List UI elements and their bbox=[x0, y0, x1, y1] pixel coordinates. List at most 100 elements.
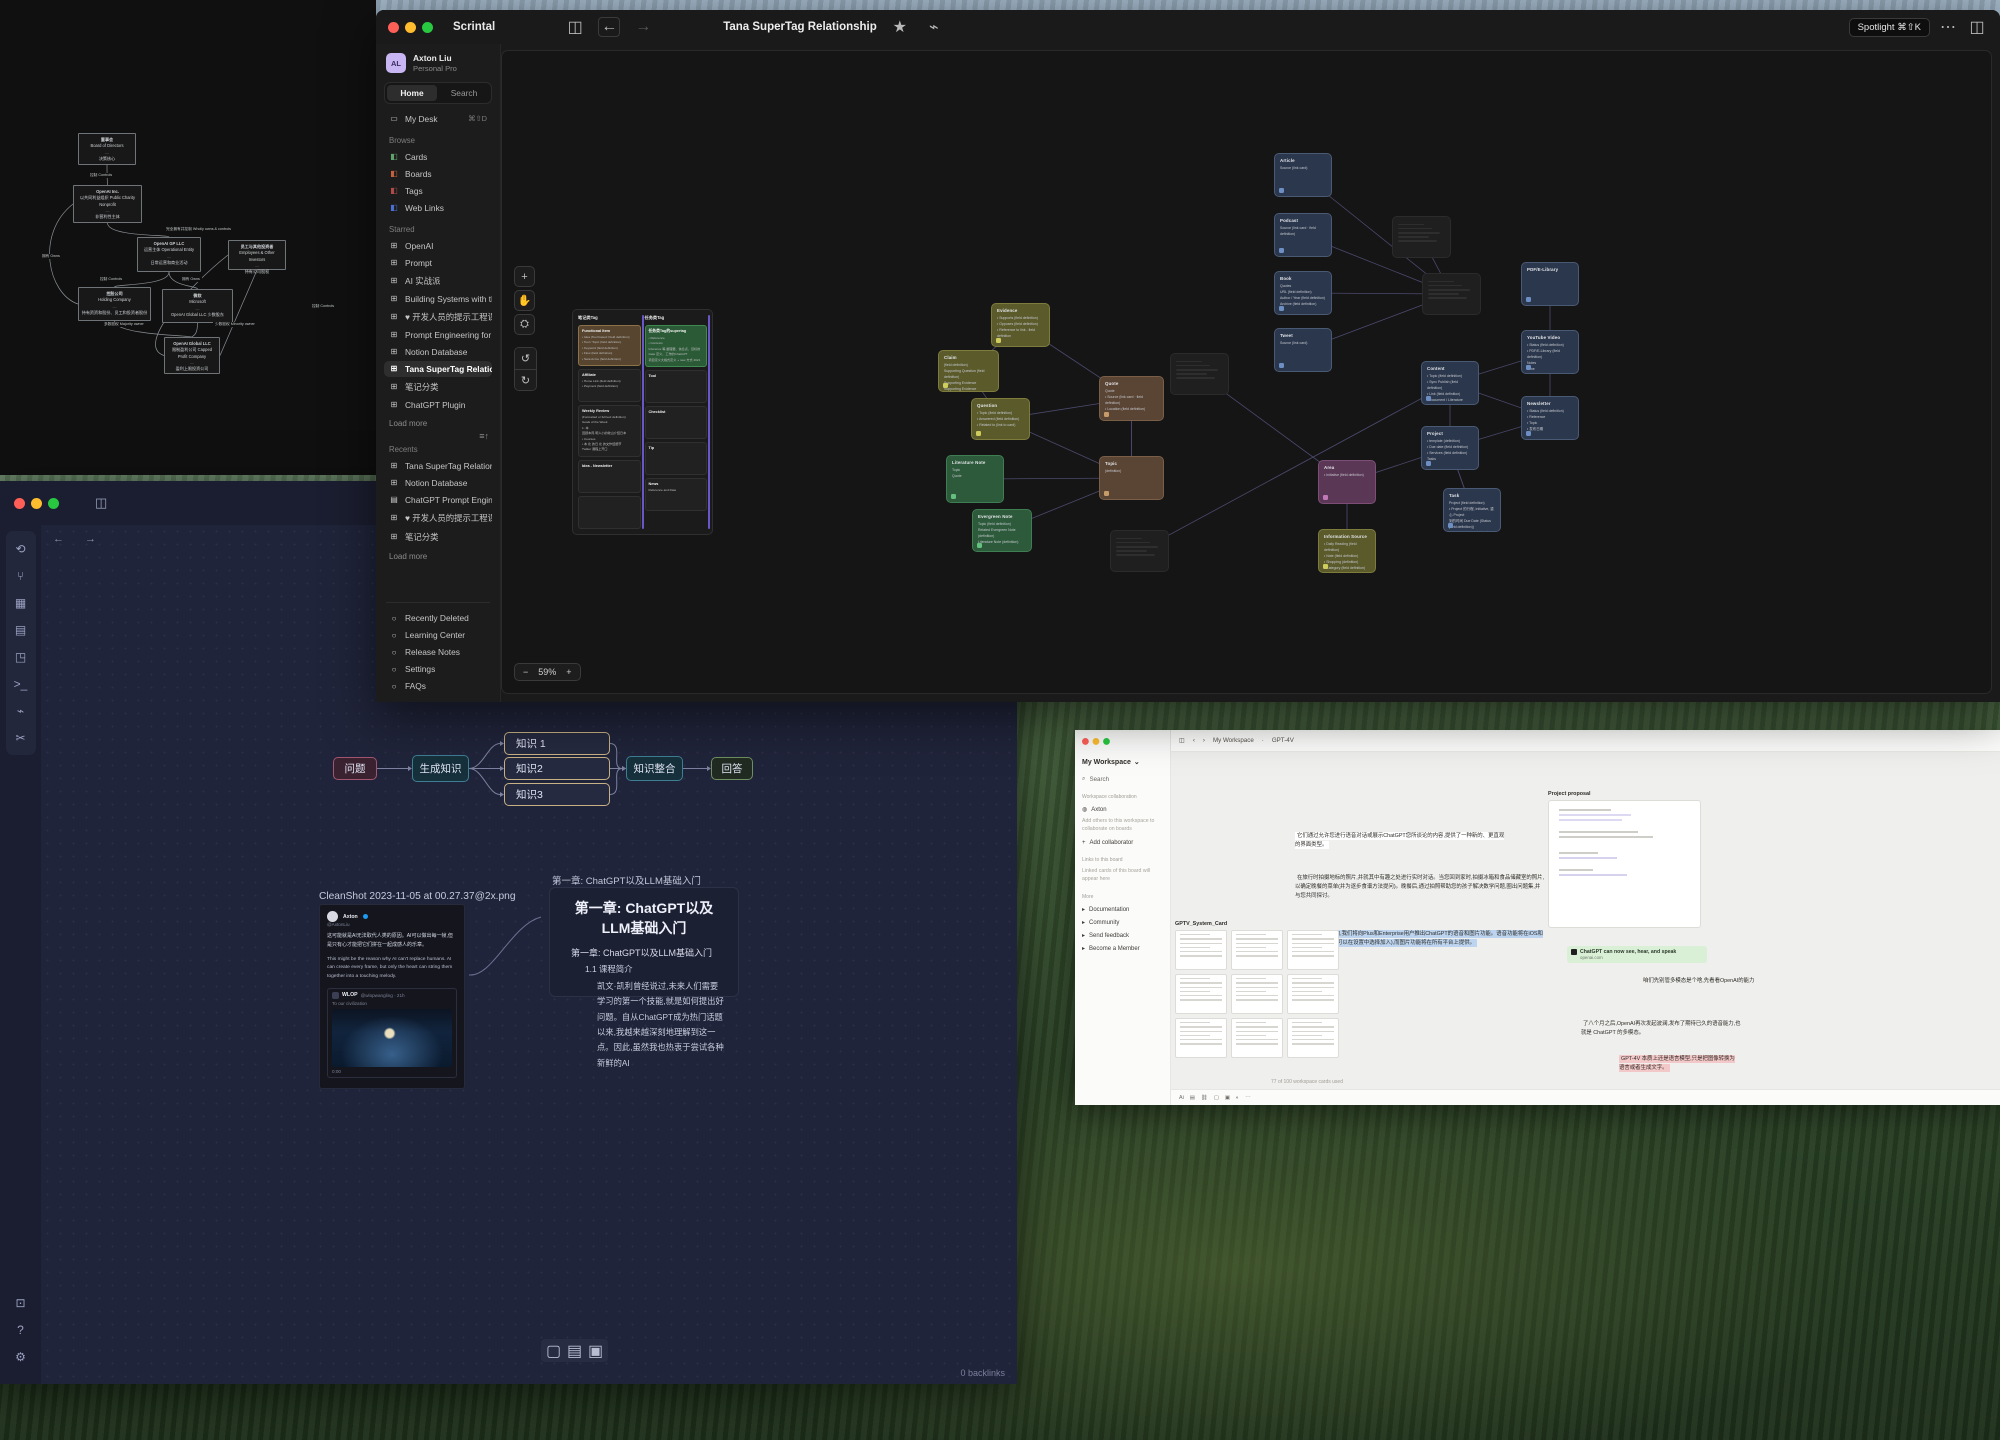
board-card[interactable]: Idea - Newsletter bbox=[578, 459, 641, 493]
graph-node-placeholder[interactable] bbox=[1422, 273, 1481, 315]
board-app-bottom-toolbar[interactable]: Ai ▤ ⛓ ▢ ▣ ◐ ⋯ bbox=[1171, 1089, 2000, 1105]
sidebar-item-settings[interactable]: ○ Settings bbox=[384, 661, 492, 677]
spotlight-button[interactable]: Spotlight ⌘⇧K bbox=[1848, 17, 1930, 37]
history-icon[interactable]: ⟲ bbox=[8, 536, 34, 561]
graph-node[interactable]: Book Quotes URL (field definition) Author… bbox=[1274, 271, 1332, 315]
sidebar-item-learning-center[interactable]: ○ Learning Center bbox=[384, 627, 492, 643]
sidebar-item-openai[interactable]: ⊞ OpenAI bbox=[384, 238, 492, 254]
thumbnail[interactable] bbox=[1175, 1018, 1227, 1058]
sidebar-item-chatgpt-prompt-engineer[interactable]: ▤ ChatGPT Prompt Engineer… bbox=[384, 492, 492, 508]
board-card[interactable] bbox=[578, 495, 641, 529]
graph-node[interactable]: Task Project (field definition) • Project… bbox=[1443, 488, 1501, 532]
user-profile[interactable]: AL Axton Liu Personal Pro bbox=[384, 50, 492, 82]
file-icon[interactable]: ▢ bbox=[1214, 1095, 1219, 1101]
thumbnail[interactable] bbox=[1231, 1018, 1283, 1058]
sidebar-item-faqs[interactable]: ○ FAQs bbox=[384, 678, 492, 694]
flow-node[interactable]: 知识 1 bbox=[504, 732, 610, 755]
sidebar-item-[interactable]: ⊞ ♥ 开发人员的提示工程课 - … bbox=[384, 308, 492, 326]
board-card[interactable]: Weekly Review (Formatted or full text def… bbox=[578, 405, 641, 457]
board-app-canvas[interactable]: 它们通过允许您进行语音对话或展示ChatGPT您所谈论的内容,提供了一种新的、更… bbox=[1171, 752, 2000, 1105]
sidebar-item-ai[interactable]: ⊞ AI 实战派 bbox=[384, 272, 492, 290]
chevron-right-icon[interactable]: › bbox=[1203, 737, 1205, 744]
link-icon[interactable]: ⛓ bbox=[1201, 1095, 1208, 1101]
terminal-icon[interactable]: >_ bbox=[8, 671, 34, 696]
sidebar-item-tana-supertag-relationship[interactable]: ⊞ Tana SuperTag Relationship bbox=[384, 360, 492, 377]
download-icon[interactable]: ⊡ bbox=[8, 1290, 34, 1315]
board-more-item[interactable]: ▸ Become a Member bbox=[1082, 945, 1163, 953]
sidebar-item-web-links[interactable]: ◧ Web Links bbox=[384, 200, 492, 216]
graph-node[interactable]: Tweet Source (link card) bbox=[1274, 328, 1332, 372]
orgchart-window[interactable]: 董事会 Board of Directors — 决策核心 OpenAI Inc. 以共同… bbox=[0, 0, 376, 475]
doc-toolbar[interactable]: ▢ ▤ ▣ bbox=[541, 1339, 608, 1362]
redo-tool[interactable]: ↻ bbox=[515, 369, 536, 390]
maximize-button[interactable] bbox=[48, 497, 59, 509]
board-card[interactable]: Tool bbox=[644, 370, 707, 404]
graph-node-placeholder[interactable] bbox=[1170, 353, 1229, 395]
home-search-segmented-control[interactable]: Home Search bbox=[384, 81, 492, 104]
board-card[interactable]: News Reference and Date bbox=[644, 478, 707, 512]
window-traffic-lights[interactable] bbox=[388, 21, 433, 33]
add-tool[interactable]: + bbox=[514, 266, 535, 287]
hand-tool[interactable]: ✋ bbox=[514, 290, 535, 311]
sidebar-item-tags[interactable]: ◧ Tags bbox=[384, 183, 492, 199]
sidebar-item-notion-database[interactable]: ⊞ Notion Database bbox=[384, 344, 492, 360]
sidebar-item-[interactable]: ⊞ 笔记分类 bbox=[384, 528, 492, 546]
sidebar-item-boards[interactable]: ◧ Boards bbox=[384, 166, 492, 182]
flow-node[interactable]: 问题 bbox=[333, 757, 377, 780]
board-more-item[interactable]: ▸ Send feedback bbox=[1082, 932, 1163, 940]
window-traffic-lights[interactable] bbox=[14, 497, 59, 509]
sidebar-item-notion-database[interactable]: ⊞ Notion Database bbox=[384, 475, 492, 491]
sidebar-item-release-notes[interactable]: ○ Release Notes bbox=[384, 644, 492, 660]
board-app-window[interactable]: My Workspace ⌄ ⌕ Search Workspace collab… bbox=[1075, 730, 2000, 1105]
star-icon[interactable]: ★ bbox=[889, 17, 911, 37]
share-icon[interactable]: ⌁ bbox=[8, 698, 34, 723]
screenshot-image[interactable]: Axton @AxtonLiu 这可能就是AI无法取代人类的原因。AI可以做出每… bbox=[319, 904, 465, 1089]
color-icon[interactable]: ◐ bbox=[1236, 1095, 1239, 1101]
segment-search[interactable]: Search bbox=[439, 85, 489, 101]
minimize-button[interactable] bbox=[31, 497, 42, 509]
graph-node[interactable]: Topic (definition) bbox=[1099, 456, 1164, 500]
share-icon[interactable]: ⌁ bbox=[923, 17, 945, 37]
graph-node[interactable]: PDF/E-Library bbox=[1521, 262, 1579, 306]
thumbnail[interactable] bbox=[1231, 930, 1283, 970]
panel-icon[interactable]: ◫ bbox=[1179, 737, 1185, 744]
layout-icon[interactable]: ◫ bbox=[1966, 17, 1988, 37]
panel-icon[interactable]: ◫ bbox=[564, 17, 586, 37]
canvas-toolbar[interactable]: + ✋ ⛭ ↺ ↻ bbox=[514, 266, 537, 391]
collab-user[interactable]: ◍ Axton bbox=[1082, 806, 1163, 814]
thumbnail[interactable] bbox=[1287, 930, 1339, 970]
window-traffic-lights[interactable] bbox=[1082, 738, 1132, 745]
flow-node[interactable]: 知识3 bbox=[504, 783, 610, 806]
orgchart-canvas[interactable]: 董事会 Board of Directors — 决策核心 OpenAI Inc. 以共同… bbox=[0, 0, 376, 475]
thumbnail[interactable] bbox=[1287, 974, 1339, 1014]
thumbnail[interactable] bbox=[1287, 1018, 1339, 1058]
help-icon[interactable]: ? bbox=[8, 1317, 34, 1342]
graph-node[interactable]: Quote Quote • Source (link card · field d… bbox=[1099, 376, 1164, 421]
orgchart-node[interactable]: 控股公司 Holding Company — 持有资资和股份、员工和投资者股份 bbox=[78, 287, 151, 321]
sidebar-item-recently-deleted[interactable]: ○ Recently Deleted bbox=[384, 610, 492, 626]
zoom-control[interactable]: − 59% + bbox=[514, 663, 581, 681]
graph-node[interactable]: Area • Initiative (field definition) bbox=[1318, 460, 1376, 504]
add-node-tool[interactable]: ⛭ bbox=[514, 314, 535, 335]
orgchart-node[interactable]: OpenAI GP LLC 运营主体 Operational Entity — 日常运… bbox=[137, 237, 201, 272]
graph-node[interactable]: Question • Topic (field definition) • Ans… bbox=[971, 398, 1030, 440]
workspace-switcher[interactable]: My Workspace ⌄ bbox=[1082, 758, 1163, 767]
graph-node[interactable]: Literature Note Topic Quote bbox=[946, 455, 1004, 503]
board-card[interactable]: 任务类Tag的supertag • Reference • Contexts In… bbox=[644, 325, 707, 368]
minimize-button[interactable] bbox=[405, 21, 416, 33]
undo-tool[interactable]: ↺ bbox=[515, 348, 536, 369]
doc-card[interactable]: 第一章: ChatGPT以及LLM基础入门 第一章: ChatGPT以及LLM基… bbox=[549, 887, 739, 1068]
chevron-left-icon[interactable]: ‹ bbox=[1193, 737, 1195, 744]
board-card[interactable]: Tip bbox=[644, 442, 707, 476]
back-button[interactable]: ← bbox=[598, 17, 621, 37]
sidebar-item-[interactable]: ⊞ 笔记分类 bbox=[384, 378, 492, 396]
sidebar-item-prompt-engineering-for-dev[interactable]: ⊞ Prompt Engineering for DEV bbox=[384, 327, 492, 343]
orgchart-node[interactable]: 董事会 Board of Directors — 决策核心 bbox=[78, 133, 136, 165]
thumbnail[interactable] bbox=[1231, 974, 1283, 1014]
image-icon[interactable]: ▤ bbox=[1190, 1095, 1195, 1101]
thumbnail[interactable] bbox=[1175, 974, 1227, 1014]
layers-icon[interactable]: ◳ bbox=[8, 644, 34, 669]
board-cluster[interactable]: 笔记类Tag Functional Item • Idea (Tool based:… bbox=[572, 309, 713, 535]
board-card[interactable]: Functional Item • Idea (Tool based: Field… bbox=[578, 325, 641, 367]
add-collaborator-button[interactable]: + Add collaborator bbox=[1082, 840, 1163, 846]
